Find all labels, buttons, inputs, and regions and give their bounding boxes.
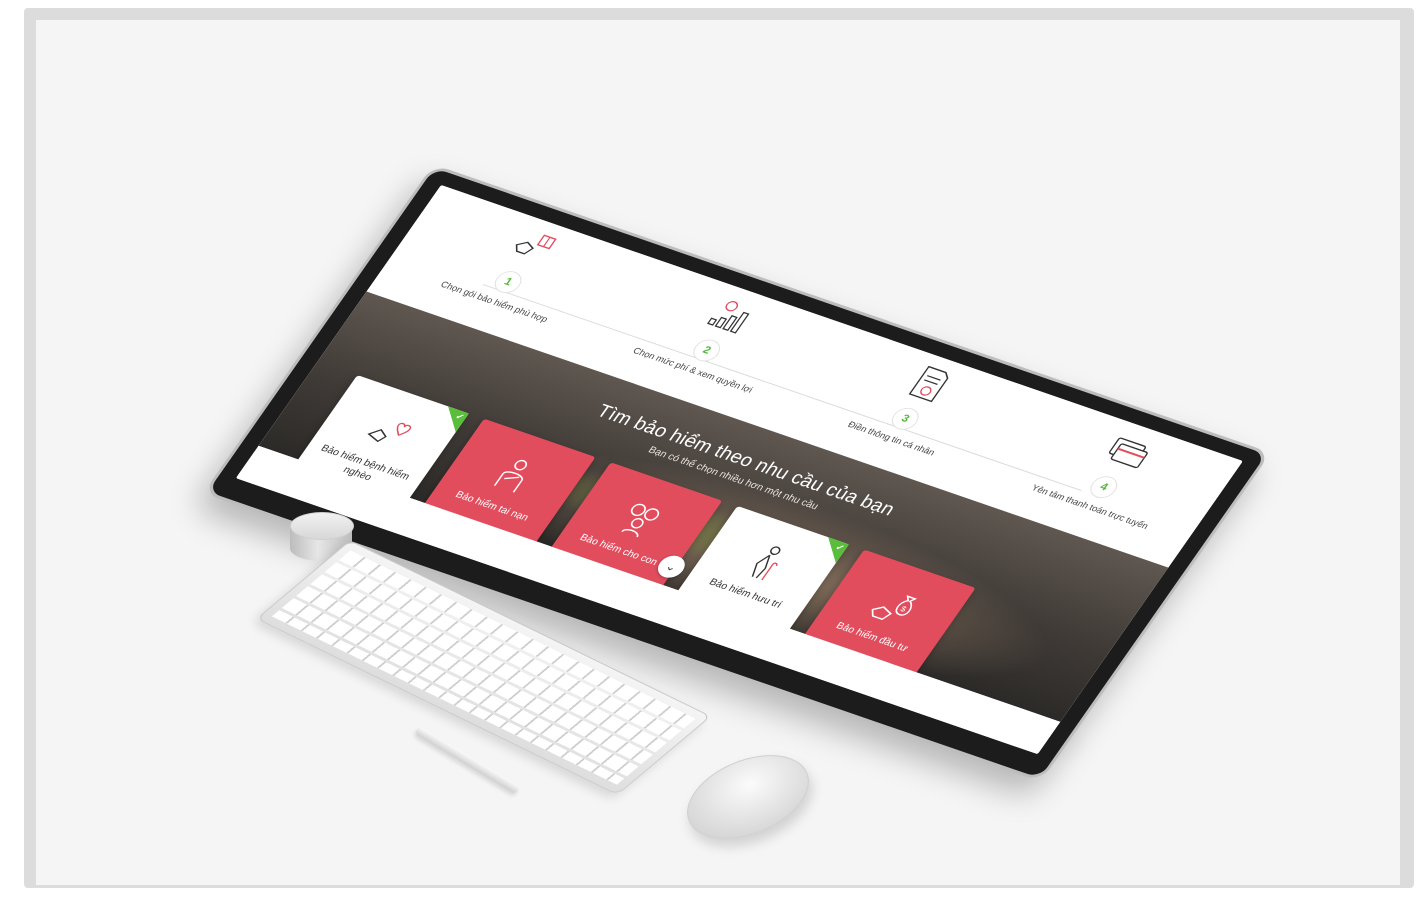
speaker-top [290,512,354,540]
step-1: 1 Chọn gói bảo hiểm phù hợp [420,205,616,331]
step-number: 4 [1085,473,1123,502]
step-number: 1 [489,267,527,297]
mockup-canvas: 1 Chọn gói bảo hiểm phù hợp 2 Chọn mức p [36,20,1400,885]
credit-card-icon [1108,437,1148,469]
money-bag-hand-icon: $ [871,595,918,621]
family-icon [621,503,660,538]
step-number: 2 [688,336,726,365]
growth-chart-icon [706,301,750,334]
svg-text:$: $ [899,605,909,614]
chevron-down-icon: ⌄ [662,559,681,575]
step-3: 3 Điền thông tin cá nhân [817,342,1013,468]
selected-check-badge [434,406,469,433]
injured-person-icon [493,459,528,493]
elderly-person-icon [751,546,781,581]
monitor-wrap: 1 Chọn gói bảo hiểm phù hợp 2 Chọn mức p [36,20,1400,885]
selected-check-badge [815,537,849,564]
handshake-gift-icon [515,234,557,255]
document-person-icon [908,365,949,403]
step-4: 4 Yên tâm thanh toán trực tuyến [1016,410,1212,536]
step-2: 2 Chọn mức phí & xem quyền lợi [618,273,814,399]
heart-hand-icon [367,422,412,443]
step-number: 3 [886,404,924,433]
monitor: 1 Chọn gói bảo hiểm phù hợp 2 Chọn mức p [202,164,1272,782]
